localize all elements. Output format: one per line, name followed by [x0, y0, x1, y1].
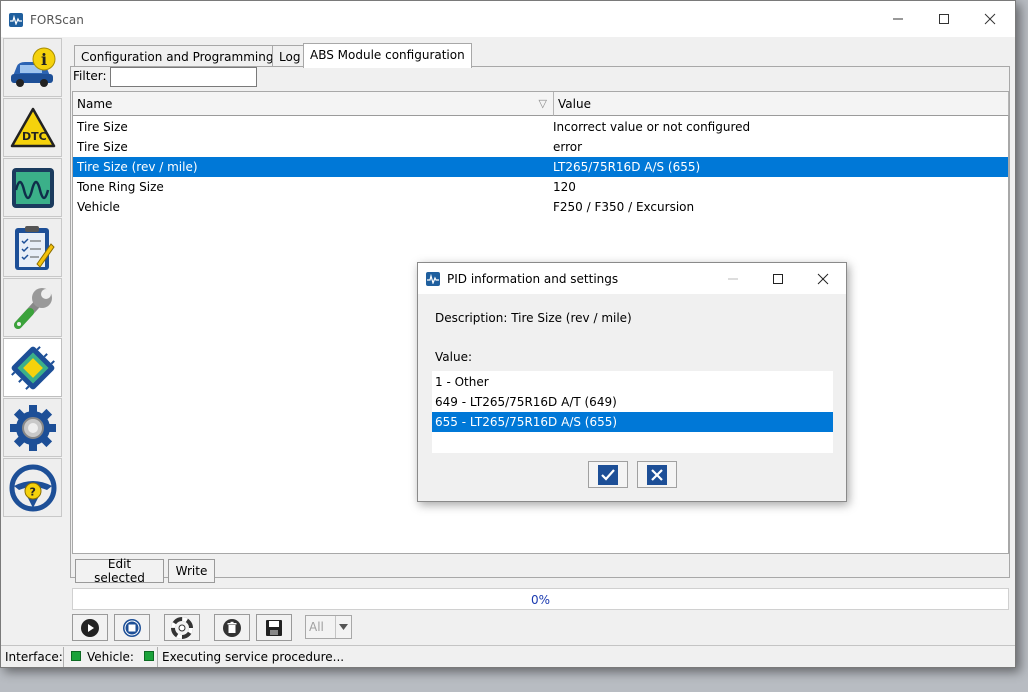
cell-value: LT265/75R16D A/S (655) [553, 160, 701, 174]
column-header-value[interactable]: Value [554, 92, 1009, 116]
cell-name: Vehicle [77, 200, 120, 214]
window-title: FORScan [30, 13, 84, 27]
stop-button[interactable] [114, 614, 150, 641]
close-button[interactable] [967, 1, 1013, 37]
sidebar-item-settings[interactable] [3, 398, 62, 457]
dialog-title-bar[interactable]: PID information and settings [418, 263, 846, 294]
help-lifebuoy-button[interactable] [164, 614, 200, 641]
cell-value: error [553, 140, 583, 154]
chip-icon [10, 345, 55, 390]
cancel-x-icon [647, 464, 667, 485]
interface-status-led [71, 651, 81, 661]
table-row[interactable]: Tire Size Incorrect value or not configu… [73, 117, 1008, 137]
stop-icon [123, 618, 141, 637]
progress-text: 0% [530, 593, 551, 607]
list-item[interactable]: 649 - LT265/75R16D A/T (649) [432, 392, 833, 412]
cell-value: 120 [553, 180, 576, 194]
sidebar-item-tests[interactable] [3, 218, 62, 277]
value-label: Value: [435, 350, 472, 364]
desktop-background-bottom [0, 668, 1028, 692]
pid-settings-dialog: PID information and settings Description… [417, 262, 847, 502]
pid-description: Description: Tire Size (rev / mile) [435, 311, 632, 325]
confirm-button[interactable] [588, 461, 628, 488]
cell-name: Tire Size (rev / mile) [77, 160, 198, 174]
cell-value: F250 / F350 / Excursion [553, 200, 695, 214]
minimize-button[interactable] [875, 1, 921, 37]
cell-name: Tire Size [77, 120, 128, 134]
interface-label: Interface: [5, 650, 63, 664]
svg-text:?: ? [29, 485, 35, 498]
cell-name: Tone Ring Size [77, 180, 164, 194]
maximize-button[interactable] [921, 1, 967, 37]
sidebar-item-service[interactable] [3, 278, 62, 337]
svg-text:DTC: DTC [22, 130, 47, 143]
dtc-warning-icon: DTC [10, 107, 55, 147]
cell-value: Incorrect value or not configured [553, 120, 751, 134]
sidebar-item-dtc[interactable]: DTC [3, 98, 62, 157]
sidebar-item-oscilloscope[interactable] [3, 158, 62, 217]
car-info-icon: i [10, 47, 55, 87]
tab-configuration-and-programming[interactable]: Configuration and Programming [74, 45, 281, 67]
tab-abs-module-configuration[interactable]: ABS Module configuration [303, 43, 472, 68]
forscan-app-icon [9, 13, 23, 27]
filter-input[interactable] [110, 67, 257, 87]
gear-icon [9, 404, 56, 451]
play-icon [81, 618, 99, 637]
dialog-minimize-button [710, 263, 756, 294]
column-header-name-label: Name [77, 97, 113, 111]
write-button[interactable]: Write [168, 559, 215, 583]
title-bar[interactable]: FORScan [1, 1, 1015, 37]
cancel-button[interactable] [637, 461, 677, 488]
delete-button[interactable] [214, 614, 250, 641]
edit-selected-button[interactable]: Edit selected [75, 557, 164, 585]
dialog-title: PID information and settings [447, 272, 619, 286]
table-row[interactable]: Tire Size error [73, 137, 1008, 157]
vehicle-label: Vehicle: [87, 650, 134, 664]
sidebar-item-help[interactable]: ? [3, 458, 62, 517]
save-icon [266, 619, 282, 636]
vehicle-status-led [144, 651, 154, 661]
play-button[interactable] [72, 614, 108, 641]
table-row[interactable]: Tone Ring Size 120 [73, 177, 1008, 197]
trash-icon [223, 618, 241, 637]
list-item[interactable]: 1 - Other [432, 372, 833, 392]
sidebar: i DTC ? [3, 38, 63, 644]
cell-name: Tire Size [77, 140, 128, 154]
forscan-app-icon [426, 272, 440, 286]
status-divider [63, 647, 64, 667]
steering-help-icon: ? [9, 464, 56, 511]
chevron-down-icon [335, 616, 351, 638]
oscilloscope-icon [11, 167, 54, 208]
desktop-background [1016, 0, 1028, 692]
status-message: Executing service procedure... [162, 650, 345, 664]
scope-select[interactable]: All [305, 615, 352, 639]
table-row[interactable]: Vehicle F250 / F350 / Excursion [73, 197, 1008, 217]
checkmark-icon [598, 464, 618, 485]
value-list: 1 - Other 649 - LT265/75R16D A/T (649) 6… [432, 371, 833, 453]
status-divider [157, 647, 158, 667]
sidebar-item-vehicle-info[interactable]: i [3, 38, 62, 97]
checklist-icon [14, 225, 55, 270]
dialog-maximize-button[interactable] [755, 263, 801, 294]
dialog-close-button[interactable] [800, 263, 846, 294]
svg-text:i: i [41, 50, 47, 69]
sidebar-item-configuration[interactable] [3, 338, 62, 397]
table-row-selected[interactable]: Tire Size (rev / mile) LT265/75R16D A/S … [73, 157, 1008, 177]
save-button[interactable] [256, 614, 292, 641]
list-item-selected[interactable]: 655 - LT265/75R16D A/S (655) [432, 412, 833, 432]
filter-label: Filter: [73, 69, 107, 83]
lifebuoy-icon [171, 616, 193, 639]
column-header-name[interactable]: Name ▽ [73, 92, 554, 116]
scope-select-value: All [309, 620, 324, 634]
progress-bar: 0% [72, 588, 1009, 610]
wrench-icon [13, 287, 52, 329]
sort-arrow-icon: ▽ [538, 97, 547, 110]
